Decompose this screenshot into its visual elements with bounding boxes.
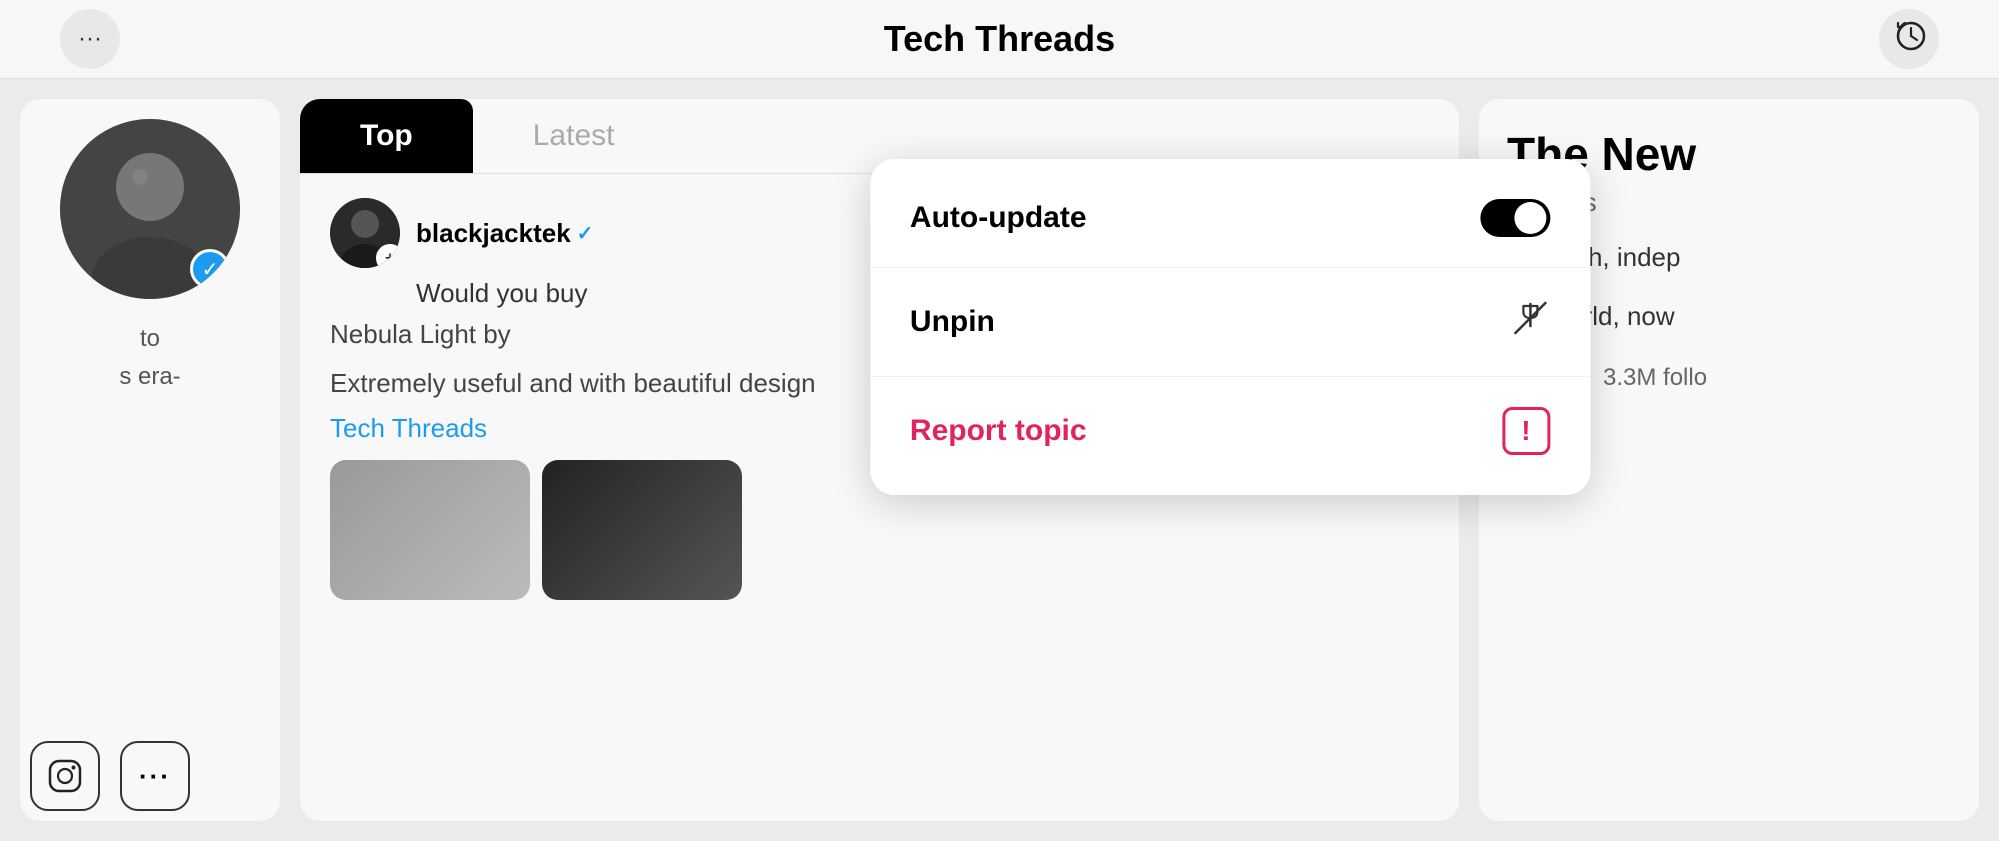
unpin-label: Unpin (910, 305, 995, 339)
dropdown-menu: Auto-update Unpin R (870, 159, 1590, 495)
header: ··· Tech Threads (0, 0, 1999, 79)
instagram-icon[interactable] (30, 741, 100, 811)
toggle-knob (1514, 202, 1546, 234)
report-label: Report topic (910, 414, 1087, 448)
post-author-avatar: + (330, 198, 400, 268)
tab-latest[interactable]: Latest (473, 99, 675, 173)
tab-top[interactable]: Top (300, 99, 473, 173)
history-icon (1891, 18, 1927, 60)
left-bottom-icons: ··· (30, 741, 190, 811)
content-area: ✓ to s era- ··· Top (0, 79, 1999, 841)
verified-badge: ✓ (190, 249, 230, 289)
report-icon: ! (1502, 407, 1550, 455)
page-title: Tech Threads (884, 18, 1115, 60)
more-options-button[interactable]: ··· (60, 9, 120, 69)
post-image-2 (542, 460, 742, 600)
ellipsis-label: ··· (139, 761, 171, 792)
username-verified-icon: ✓ (577, 221, 594, 246)
post-image-1 (330, 460, 530, 600)
user-avatar-container: ✓ (60, 119, 240, 299)
auto-update-toggle[interactable] (1480, 199, 1550, 237)
dropdown-item-report[interactable]: Report topic ! (870, 377, 1590, 485)
left-panel: ✓ to s era- ··· (20, 99, 280, 821)
add-post-button[interactable]: + (376, 244, 400, 268)
unpin-icon (1510, 298, 1550, 346)
ellipsis-icon: ··· (78, 25, 102, 53)
auto-update-label: Auto-update (910, 201, 1087, 235)
history-button[interactable] (1879, 9, 1939, 69)
follow-text-to: to (140, 325, 160, 353)
more-dots-icon[interactable]: ··· (120, 741, 190, 811)
dropdown-item-unpin[interactable]: Unpin (870, 268, 1590, 377)
post-author-info: blackjacktek ✓ (416, 218, 593, 249)
post-username: blackjacktek ✓ (416, 218, 593, 249)
dropdown-item-auto-update[interactable]: Auto-update (870, 169, 1590, 268)
followers-count: 3.3M follo (1603, 364, 1707, 392)
follow-text-era: s era- (119, 363, 180, 391)
main-container: ··· Tech Threads (0, 0, 1999, 841)
